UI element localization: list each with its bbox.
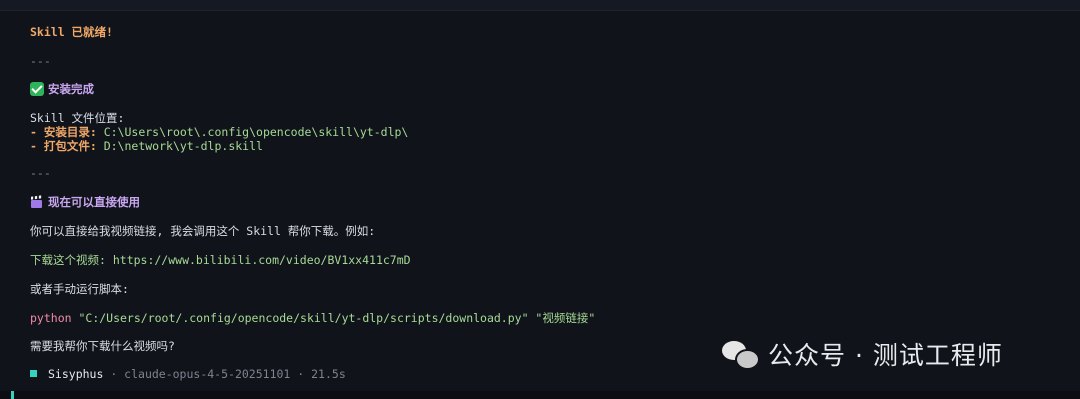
package-file-label: - 打包文件:: [30, 139, 97, 153]
usage-heading: 现在可以直接使用: [30, 194, 140, 210]
install-heading: 安装完成: [30, 81, 94, 97]
input-bar[interactable]: [0, 391, 1080, 399]
separator: ·: [290, 367, 312, 381]
divider: ---: [30, 54, 51, 68]
usage-example: 下载这个视频: https://www.bilibili.com/video/B…: [30, 253, 411, 267]
clapperboard-icon: [30, 195, 44, 209]
watermark: 公众号 · 测试工程师: [722, 336, 1003, 372]
command-args: "C:/Users/root/.config/opencode/skill/yt…: [71, 311, 596, 325]
package-file-path: D:\network\yt-dlp.skill: [96, 139, 263, 153]
terminal-cursor: [11, 391, 14, 399]
follow-up-question: 需要我帮你下载什么视频吗?: [30, 339, 175, 353]
usage-heading-text: 现在可以直接使用: [48, 195, 140, 209]
model-name: claude-opus-4-5-20251101: [124, 367, 291, 381]
manual-run-label: 或者手动运行脚本:: [30, 282, 129, 296]
window-top-bar: [0, 0, 1080, 11]
agent-name: Sisyphus: [48, 367, 104, 381]
divider: ---: [30, 166, 51, 180]
status-line: Sisyphus · claude-opus-4-5-20251101 · 21…: [30, 367, 346, 381]
watermark-text: 公众号 · 测试工程师: [768, 341, 1003, 370]
elapsed-time: 21.5s: [311, 367, 346, 381]
status-square-icon: [30, 370, 37, 377]
package-file-line: - 打包文件: D:\network\yt-dlp.skill: [30, 138, 263, 154]
ready-message: Skill 已就绪!: [30, 25, 113, 39]
usage-intro: 你可以直接给我视频链接, 我会调用这个 Skill 帮你下载。例如:: [30, 224, 376, 238]
install-heading-text: 安装完成: [48, 82, 94, 96]
separator: ·: [103, 367, 125, 381]
install-dir-label: - 安装目录:: [30, 125, 97, 139]
wechat-icon: [722, 339, 760, 370]
check-box-icon: [30, 82, 44, 96]
install-dir-path: C:\Users\root\.config\opencode\skill\yt-…: [96, 125, 409, 139]
command-name: python: [30, 311, 72, 325]
command-line: python "C:/Users/root/.config/opencode/s…: [30, 310, 595, 326]
